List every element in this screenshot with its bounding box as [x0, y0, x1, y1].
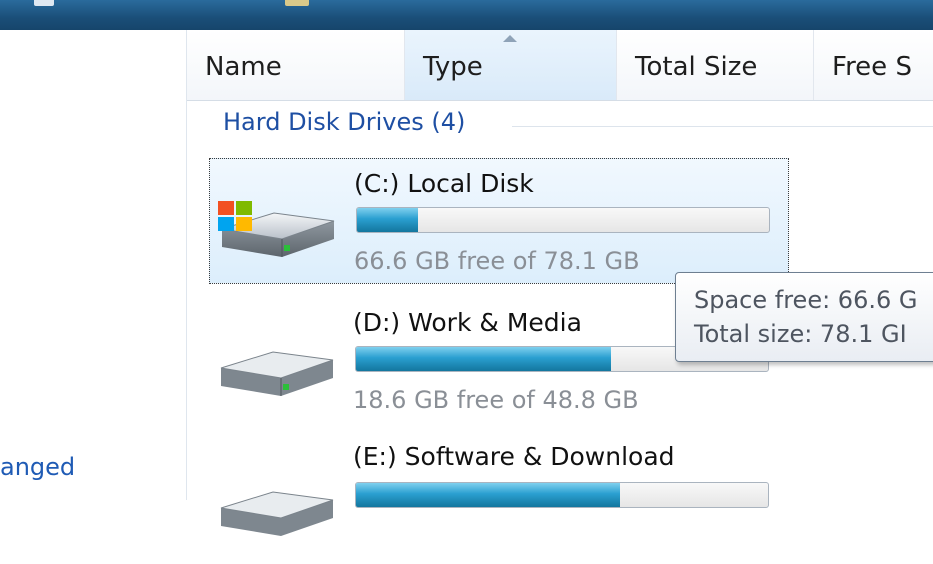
- drive-free-space: 66.6 GB free of 78.1 GB: [354, 247, 640, 275]
- column-header-label: Free S: [832, 52, 912, 82]
- drive-item-c[interactable]: (C:) Local Disk 66.6 GB free of 78.1 GB: [209, 158, 789, 284]
- drive-usage-bar: [356, 207, 770, 233]
- column-header-total-size[interactable]: Total Size: [617, 30, 814, 100]
- column-header-type[interactable]: Type: [405, 30, 617, 100]
- column-header-label: Total Size: [635, 52, 758, 82]
- titlebar-button-icon[interactable]: [34, 0, 54, 6]
- drive-usage-fill: [356, 483, 620, 507]
- drive-name: (E:) Software & Download: [353, 442, 675, 471]
- tooltip-space-free: Space free: 66.6 G: [694, 286, 918, 314]
- drive-free-space: 18.6 GB free of 48.8 GB: [353, 386, 639, 414]
- drive-item-e[interactable]: (E:) Software & Download: [209, 438, 789, 564]
- windows-system-drive-icon: [218, 201, 335, 257]
- column-header-label: Name: [205, 52, 282, 82]
- nav-link-changed[interactable]: anged: [0, 453, 75, 481]
- column-header-free-space[interactable]: Free S: [814, 30, 933, 100]
- hard-drive-icon: [220, 351, 334, 396]
- drive-name: (D:) Work & Media: [353, 308, 582, 337]
- drive-usage-fill: [356, 347, 612, 371]
- tooltip-total-size: Total size: 78.1 GI: [694, 320, 907, 348]
- drive-usage-fill: [357, 208, 418, 232]
- drive-usage-bar: [355, 482, 769, 508]
- column-header-bar: Name Type Total Size Free S: [187, 30, 933, 101]
- folder-icon: [285, 0, 309, 6]
- group-header-hard-disk-drives[interactable]: Hard Disk Drives (4): [223, 108, 465, 136]
- column-header-label: Type: [423, 52, 483, 82]
- drive-name: (C:) Local Disk: [354, 169, 534, 198]
- group-divider: [512, 126, 933, 127]
- navigation-pane: anged: [0, 30, 187, 500]
- column-header-name[interactable]: Name: [187, 30, 405, 100]
- hard-drive-icon: [220, 491, 334, 536]
- window-titlebar: [0, 0, 933, 30]
- sort-up-arrow-icon: [503, 35, 517, 42]
- drive-space-tooltip: Space free: 66.6 G Total size: 78.1 GI: [675, 272, 933, 362]
